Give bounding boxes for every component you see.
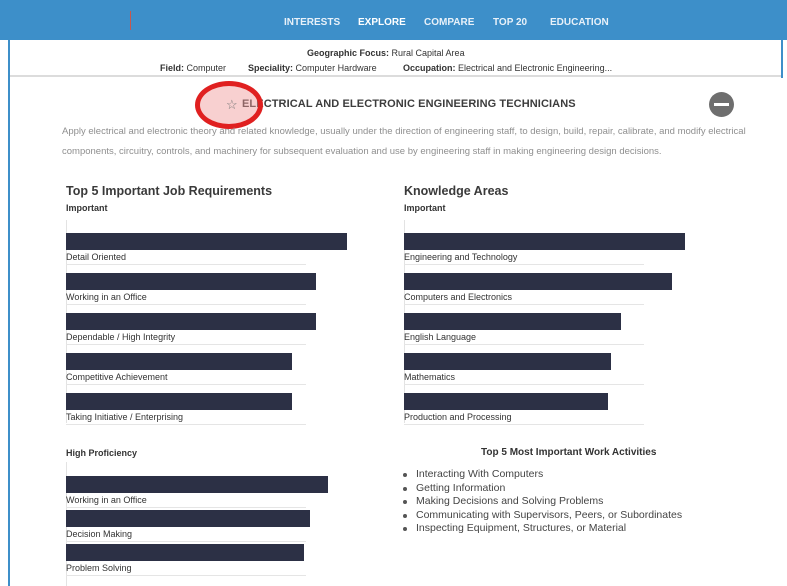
job-requirement-label: Detail Oriented	[66, 252, 127, 262]
nav-top20[interactable]: TOP 20	[493, 0, 527, 40]
occupation-filter[interactable]: Occupation: Electrical and Electronic En…	[403, 63, 612, 73]
knowledge-area-underline	[404, 344, 644, 345]
occupation-description: Apply electrical and electronic theory a…	[62, 126, 746, 157]
high-proficiency-title: High Proficiency	[66, 448, 138, 458]
filter-breadcrumb: Geographic Focus: Rural Capital Area Fie…	[10, 40, 781, 77]
knowledge-area-bar	[404, 393, 608, 410]
work-activity-item: Making Decisions and Solving Problems	[400, 495, 682, 509]
job-requirement-bar	[66, 313, 316, 330]
knowledge-area-bar	[404, 233, 685, 250]
work-activity-item: Interacting With Computers	[400, 468, 682, 482]
work-activities-list: Interacting With Computers Getting Infor…	[400, 468, 682, 536]
job-requirement-underline	[66, 304, 306, 305]
knowledge-area-bar	[404, 353, 611, 370]
job-requirement-underline	[66, 264, 306, 265]
content-border-right	[781, 40, 783, 78]
proficiency-underline	[66, 575, 306, 576]
nav-education[interactable]: EDUCATION	[550, 0, 609, 40]
nav-interests[interactable]: INTERESTS	[284, 0, 340, 40]
knowledge-area-underline	[404, 424, 644, 425]
job-requirement-underline	[66, 344, 306, 345]
job-requirement-bar	[66, 233, 347, 250]
knowledge-area-underline	[404, 384, 644, 385]
job-requirement-bar	[66, 393, 292, 410]
knowledge-area-underline	[404, 264, 644, 265]
job-requirement-label: Working in an Office	[66, 292, 147, 302]
occupation-title: ELECTRICAL AND ELECTRONIC ENGINEERING TE…	[242, 98, 576, 110]
field-filter[interactable]: Field: Computer	[160, 63, 226, 73]
favorite-star-icon[interactable]: ☆	[226, 97, 238, 113]
knowledge-area-label: English Language	[404, 332, 477, 342]
work-activity-item: Communicating with Supervisors, Peers, o…	[400, 509, 682, 523]
nav-compare[interactable]: COMPARE	[424, 0, 474, 40]
collapse-minus-icon[interactable]	[709, 92, 734, 117]
proficiency-underline	[66, 541, 306, 542]
knowledge-area-bar	[404, 313, 621, 330]
job-requirement-bar	[66, 353, 292, 370]
top-navbar: INTERESTS EXPLORE COMPARE TOP 20 EDUCATI…	[0, 0, 787, 40]
knowledge-area-bar	[404, 273, 672, 290]
job-requirement-label: Taking Initiative / Enterprising	[66, 412, 184, 422]
job-requirement-underline	[66, 384, 306, 385]
knowledge-area-label: Engineering and Technology	[404, 252, 518, 262]
content-border-left	[8, 40, 10, 586]
work-activity-item: Inspecting Equipment, Structures, or Mat…	[400, 522, 682, 536]
knowledge-areas-title: Knowledge Areas	[404, 184, 509, 198]
knowledge-area-underline	[404, 304, 644, 305]
work-activities-title: Top 5 Most Important Work Activities	[481, 447, 657, 458]
proficiency-label: Problem Solving	[66, 563, 132, 573]
proficiency-bar	[66, 476, 328, 493]
job-requirement-label: Dependable / High Integrity	[66, 332, 176, 342]
knowledge-area-label: Mathematics	[404, 372, 456, 382]
job-requirements-subtitle: Important	[66, 203, 108, 213]
nav-explore[interactable]: EXPLORE	[358, 0, 406, 40]
nav-separator	[130, 11, 131, 30]
knowledge-area-label: Production and Processing	[404, 412, 512, 422]
job-requirement-underline	[66, 424, 306, 425]
proficiency-label: Working in an Office	[66, 495, 147, 505]
proficiency-label: Decision Making	[66, 529, 133, 539]
proficiency-bar	[66, 544, 304, 561]
proficiency-underline	[66, 507, 306, 508]
proficiency-bar	[66, 510, 310, 527]
job-requirements-title: Top 5 Important Job Requirements	[66, 184, 273, 198]
knowledge-areas-subtitle: Important	[404, 203, 446, 213]
work-activity-item: Getting Information	[400, 482, 682, 496]
job-requirement-label: Competitive Achievement	[66, 372, 168, 382]
geographic-focus[interactable]: Geographic Focus: Rural Capital Area	[307, 48, 465, 58]
knowledge-area-label: Computers and Electronics	[404, 292, 513, 302]
speciality-filter[interactable]: Speciality: Computer Hardware	[248, 63, 377, 73]
job-requirement-bar	[66, 273, 316, 290]
